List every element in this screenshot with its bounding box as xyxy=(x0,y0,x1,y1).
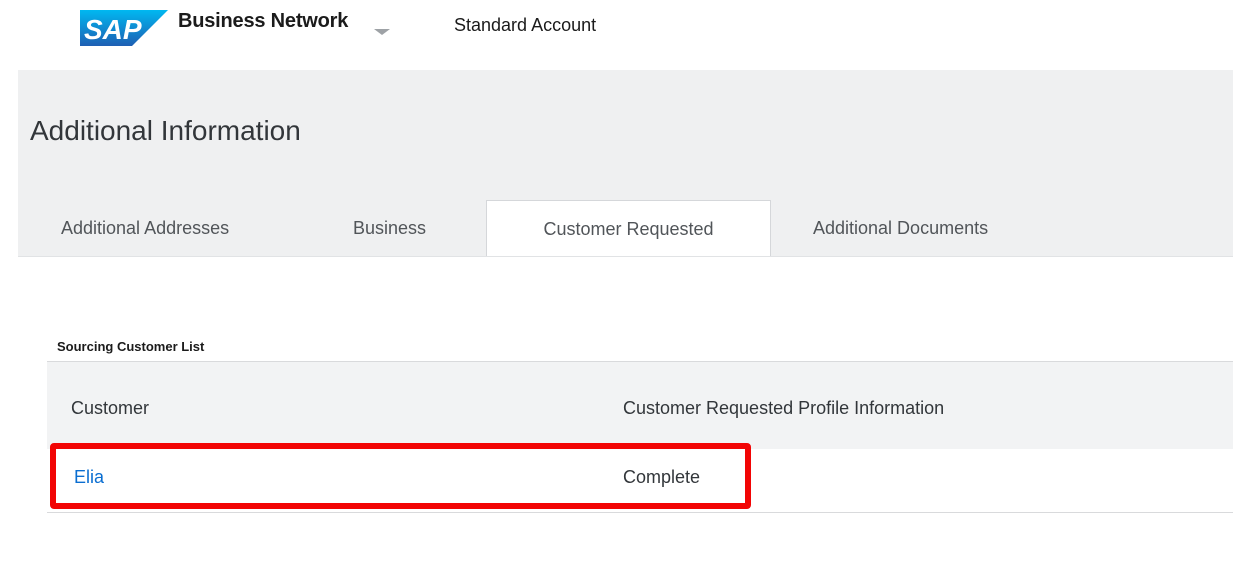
sap-logo[interactable]: SAP xyxy=(80,10,168,46)
section-label: Sourcing Customer List xyxy=(57,339,205,354)
page-title: Additional Information xyxy=(30,115,301,146)
chevron-down-icon[interactable] xyxy=(372,27,392,37)
sap-logo-text: SAP xyxy=(84,14,142,45)
column-header-customer[interactable]: Customer xyxy=(71,398,149,419)
profile-status: Complete xyxy=(623,467,701,487)
product-name[interactable]: Business Network xyxy=(178,10,348,33)
tab-customer-requested[interactable]: Customer Requested xyxy=(486,200,771,257)
column-header-profile-information[interactable]: Customer Requested Profile Information xyxy=(623,398,944,419)
table-row: Elia Complete xyxy=(47,449,1233,513)
customer-link[interactable]: Elia xyxy=(74,467,104,488)
tab-additional-addresses[interactable]: Additional Addresses xyxy=(61,200,229,256)
tab-business[interactable]: Business xyxy=(353,200,426,256)
account-type-label: Standard Account xyxy=(454,15,597,35)
table-header: Customer Customer Requested Profile Info… xyxy=(47,361,1233,449)
shell-bar: SAP Business Network Standard Account xyxy=(0,0,1233,70)
tab-additional-documents[interactable]: Additional Documents xyxy=(813,200,988,256)
tab-bar: Additional Addresses Business Customer R… xyxy=(18,200,1233,257)
